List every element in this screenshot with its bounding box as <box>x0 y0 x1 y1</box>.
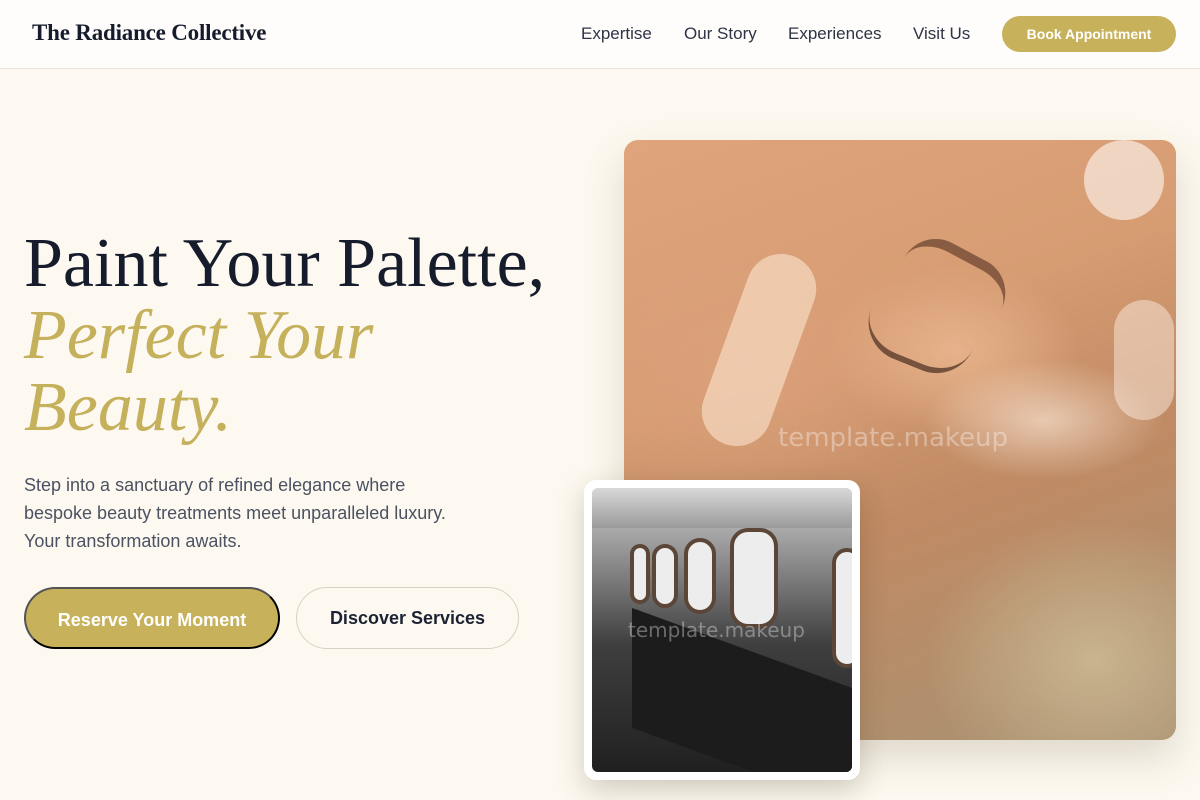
salon-interior-photo: template.makeup <box>592 488 852 772</box>
photo-watermark: template.makeup <box>778 423 1009 453</box>
site-header: The Radiance Collective Expertise Our St… <box>0 0 1200 69</box>
photo-bokeh-light <box>1084 140 1164 220</box>
photo-bokeh-light <box>1114 300 1174 420</box>
photo-eyebrow <box>903 226 1019 310</box>
hero-headline: Paint Your Palette, Perfect Your Beauty. <box>24 228 604 444</box>
headline-line-1: Paint Your Palette, <box>24 225 546 302</box>
nav-link-visit-us[interactable]: Visit Us <box>913 24 970 44</box>
reserve-moment-button[interactable]: Reserve Your Moment <box>24 587 280 649</box>
book-appointment-button[interactable]: Book Appointment <box>1002 16 1176 52</box>
salon-ceiling <box>592 488 852 528</box>
photo-eyelash <box>856 306 974 386</box>
salon-mirror <box>652 544 678 608</box>
salon-mirror <box>630 544 650 604</box>
salon-mirror <box>684 538 716 614</box>
salon-mirror <box>730 528 778 628</box>
salon-interior-photo-card: template.makeup <box>584 480 860 780</box>
nav-link-experiences[interactable]: Experiences <box>788 24 882 44</box>
nav-link-our-story[interactable]: Our Story <box>684 24 757 44</box>
discover-services-button[interactable]: Discover Services <box>296 587 519 649</box>
headline-accent-line-2: Beauty. <box>24 369 232 446</box>
salon-mirror <box>832 548 852 668</box>
hero-description: Step into a sanctuary of refined eleganc… <box>24 475 446 551</box>
inset-photo-watermark: template.makeup <box>628 618 805 642</box>
nav-link-expertise[interactable]: Expertise <box>581 24 652 44</box>
site-logo[interactable]: The Radiance Collective <box>32 20 267 46</box>
headline-accent-line-1: Perfect Your <box>24 297 374 374</box>
